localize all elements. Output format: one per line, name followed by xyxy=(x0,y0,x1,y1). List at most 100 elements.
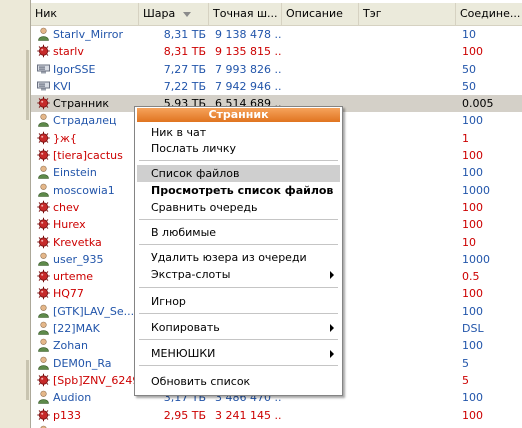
menu-item-get-file-list[interactable]: Список файлов xyxy=(137,165,340,182)
user-share: 2,80 ТБ xyxy=(161,424,206,428)
user-icon xyxy=(37,304,50,318)
menu-item-copy[interactable]: Копировать xyxy=(137,319,340,336)
bug-icon xyxy=(37,269,50,283)
column-header-nick[interactable]: Ник xyxy=(31,3,139,25)
user-context-menu: Странник Ник в чат Послать личку Список … xyxy=(134,106,343,396)
user-icon xyxy=(37,338,50,353)
menu-item-match-queue[interactable]: Сравнить очередь xyxy=(137,199,340,216)
user-share: 7,27 ТБ xyxy=(163,62,206,76)
menu-item-add-to-favorites[interactable]: В любимые xyxy=(137,224,340,241)
user-connection: DSL xyxy=(462,322,484,336)
user-icon xyxy=(37,356,50,370)
user-connection: 100 xyxy=(462,391,483,405)
user-exact-share: 9 138 478 ... xyxy=(215,28,281,41)
user-connection: 10 xyxy=(462,28,476,41)
user-row[interactable]: IgorSSE 7,27 ТБ 7 993 826 ... 50 xyxy=(31,61,522,78)
user-nick: p133 xyxy=(53,408,81,422)
user-connection: 10 xyxy=(462,235,476,249)
column-header-label: Шара xyxy=(143,7,176,20)
user-connection: 1000 xyxy=(462,252,490,266)
menu-item-nick-to-chat[interactable]: Ник в чат xyxy=(137,124,340,141)
menu-separator xyxy=(139,244,338,245)
submenu-arrow-icon xyxy=(330,350,334,358)
menu-separator xyxy=(139,365,338,366)
user-share: 7,22 ТБ xyxy=(163,79,206,93)
bug-icon xyxy=(37,286,50,300)
user-nick: [INT]annai xyxy=(53,424,161,428)
column-header-label: Ник xyxy=(35,7,58,20)
user-exact-share: 3 078 769 ... xyxy=(215,424,281,428)
left-panel-scroll-segment xyxy=(26,50,29,120)
bug-icon xyxy=(37,148,50,162)
user-connection: 100 xyxy=(462,200,483,214)
user-connection: 50 xyxy=(462,62,476,76)
user-share: 8,31 ТБ xyxy=(163,28,206,41)
user-connection: 1 xyxy=(462,131,469,145)
left-panel-scroll-segment xyxy=(26,360,29,400)
user-connection: 100 xyxy=(462,408,483,422)
user-icon xyxy=(37,113,50,128)
user-connection: 50 xyxy=(462,79,476,93)
column-header-bar: Ник Шара Точная ш... Описание Тэг Соедин… xyxy=(31,3,522,26)
user-connection: 100 xyxy=(462,304,483,318)
column-header-tag[interactable]: Тэг xyxy=(359,3,456,25)
server-icon xyxy=(37,79,50,93)
user-row[interactable]: starlv 8,31 ТБ 9 135 815 ... 100 xyxy=(31,43,522,60)
bug-icon xyxy=(37,235,50,249)
user-connection: 100 xyxy=(462,114,483,128)
user-icon xyxy=(37,321,50,335)
user-row[interactable]: p133 2,95 ТБ 3 241 145 ... 100 xyxy=(31,407,522,424)
column-header-connection[interactable]: Соедине... xyxy=(456,3,522,25)
bug-icon xyxy=(37,217,50,231)
column-header-description[interactable]: Описание xyxy=(282,3,359,25)
user-exact-share: 7 993 826 ... xyxy=(215,62,281,76)
column-header-label: Описание xyxy=(286,7,343,20)
menu-separator xyxy=(139,287,338,288)
column-header-share[interactable]: Шара xyxy=(139,3,209,25)
user-connection: 0.005 xyxy=(462,97,494,111)
menu-item-label: Копировать xyxy=(151,321,220,334)
user-icon xyxy=(37,27,50,41)
user-share: 2,95 ТБ xyxy=(163,408,206,422)
user-connection: 5 xyxy=(462,356,469,370)
left-panel-border xyxy=(0,0,31,428)
column-header-label: Соедине... xyxy=(460,7,521,20)
menu-item-extra-slots[interactable]: Экстра-слоты xyxy=(137,266,340,283)
user-exact-share: 3 241 145 ... xyxy=(215,408,281,422)
user-row[interactable]: Starlv_Mirror 8,31 ТБ 9 138 478 ... 10 xyxy=(31,26,522,43)
column-header-label: Тэг xyxy=(363,7,382,20)
menu-item-send-private-message[interactable]: Послать личку xyxy=(137,140,340,157)
menu-separator xyxy=(139,339,338,340)
user-connection: 100 xyxy=(462,166,483,180)
user-share: 8,31 ТБ xyxy=(163,45,206,59)
bug-icon xyxy=(37,408,50,422)
column-header-exact-share[interactable]: Точная ш... xyxy=(209,3,282,25)
user-row[interactable]: KVI 7,22 ТБ 7 942 946 ... 50 xyxy=(31,78,522,95)
user-connection: 100 xyxy=(462,424,522,428)
column-header-label: Точная ш... xyxy=(213,7,278,20)
submenu-arrow-icon xyxy=(330,324,334,332)
user-nick: IgorSSE xyxy=(53,62,96,76)
user-connection: 0.5 xyxy=(462,270,480,284)
menu-item-remove-from-queue[interactable]: Удалить юзера из очереди xyxy=(137,249,340,266)
menu-separator xyxy=(139,313,338,314)
menu-separator xyxy=(139,160,338,161)
user-connection: 5 xyxy=(462,373,469,387)
bug-icon xyxy=(37,131,50,145)
user-connection: 100 xyxy=(462,149,483,163)
user-row[interactable]: [INT]annai2,80 ТБ 3 078 769 ... 100 xyxy=(31,424,522,428)
sort-desc-icon xyxy=(183,11,192,17)
user-connection: 1000 xyxy=(462,183,490,197)
menu-item-browse-file-list[interactable]: Просмотреть список файлов xyxy=(137,182,340,199)
user-connection: 100 xyxy=(462,287,483,301)
user-nick: KVI xyxy=(53,79,71,93)
user-exact-share: 7 942 946 ... xyxy=(215,79,281,93)
menu-item-ignore[interactable]: Игнор xyxy=(137,293,340,310)
bug-icon xyxy=(37,96,50,110)
user-icon xyxy=(37,390,50,405)
bug-icon xyxy=(37,200,50,214)
user-nick: Starlv_Mirror xyxy=(53,28,124,41)
menu-item-menus[interactable]: МЕНЮШКИ xyxy=(137,345,340,362)
menu-item-refresh-list[interactable]: Обновить список xyxy=(137,373,340,390)
bug-icon xyxy=(37,44,50,58)
